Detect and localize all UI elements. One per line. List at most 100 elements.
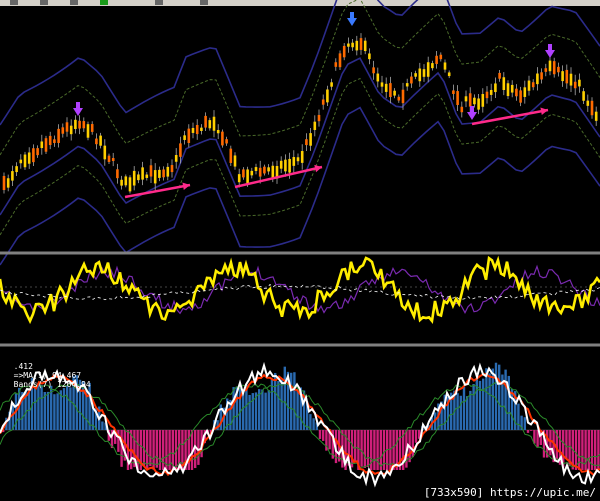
candle-body <box>515 88 518 97</box>
candle-body <box>326 89 329 103</box>
candle-body <box>187 128 191 143</box>
candle-body <box>590 100 594 116</box>
candle-body <box>132 170 136 186</box>
candle-body <box>582 91 585 101</box>
candle-body <box>258 167 262 177</box>
arrow-icon <box>70 0 78 5</box>
oscillator-lines <box>0 255 600 325</box>
candle-body <box>174 155 178 162</box>
candle-body <box>120 179 123 186</box>
candle-body <box>170 165 174 173</box>
candle-body <box>376 73 380 82</box>
histogram-bar-negative <box>587 430 590 470</box>
arrow-shaft <box>548 44 552 50</box>
candle-body <box>351 42 354 48</box>
candle-body <box>27 152 31 164</box>
candle-body <box>153 170 157 184</box>
candle-body <box>380 82 384 87</box>
candle-body <box>95 138 98 145</box>
candle-body <box>212 116 216 131</box>
candle-body <box>313 121 317 130</box>
candle-body <box>594 111 598 121</box>
candle-body <box>57 128 60 143</box>
histogram-bar-negative <box>363 430 366 468</box>
histogram-bar-positive <box>40 385 43 430</box>
candle-body <box>11 171 14 181</box>
histogram-bar-positive <box>251 393 254 430</box>
candle-body <box>422 69 426 77</box>
candle-body <box>309 133 312 146</box>
candle-body <box>338 53 342 68</box>
histogram-bar-negative <box>155 430 158 468</box>
watermark: [733x590] https://upic.me/ <box>423 486 596 499</box>
histogram-bar-negative <box>162 430 165 470</box>
histogram-bar-positive <box>245 384 248 430</box>
candle-body <box>355 40 359 51</box>
candle-body <box>573 81 577 89</box>
candle-body <box>124 176 128 186</box>
candle-body <box>464 96 468 102</box>
indicator-prefix: .412 <box>13 362 33 371</box>
histogram-bar-negative <box>149 430 152 467</box>
histogram-bar-positive <box>280 379 283 430</box>
candle-body <box>317 114 321 122</box>
ma-label: =>MA(1) 94.467 <box>13 371 82 380</box>
histogram-bar-negative <box>354 430 357 463</box>
histogram-bar-negative <box>578 430 581 470</box>
histogram-bar-positive <box>274 372 277 430</box>
histogram-bar-negative <box>581 430 584 470</box>
histogram-bar-positive <box>293 372 296 430</box>
indicator-readout: .412 =>MA(1) 94.467 Bands(7) 1264.94 <box>4 353 91 389</box>
candle-body <box>485 91 489 99</box>
candle-body <box>334 62 338 67</box>
candle-body <box>128 177 132 192</box>
candle-body <box>250 170 254 176</box>
histogram-bar-positive <box>494 362 498 430</box>
candle-body <box>263 166 266 174</box>
arrow-icon <box>10 0 18 5</box>
histogram-bar-negative <box>594 430 597 470</box>
histogram-bar-positive <box>248 394 251 430</box>
histogram-bar-positive <box>482 378 485 430</box>
bollinger-upper <box>0 0 600 126</box>
candle-body <box>569 73 573 86</box>
candle-body <box>15 166 18 173</box>
candle-body <box>111 158 115 162</box>
candle-body <box>166 166 170 177</box>
candle-body <box>321 99 325 105</box>
candle-body <box>2 175 6 191</box>
histogram-bar-negative <box>526 430 530 433</box>
candle-body <box>86 124 90 138</box>
candle-body <box>401 89 405 104</box>
candle-body <box>443 62 447 70</box>
candle-body <box>561 71 564 82</box>
candle-body <box>447 72 451 77</box>
histogram-bar-negative <box>411 430 414 458</box>
histogram-bar-negative <box>373 430 376 470</box>
candle-body <box>237 174 241 183</box>
candle-body <box>468 93 472 107</box>
inner-band-lower <box>0 77 600 236</box>
divergence-arrows <box>124 107 549 199</box>
candle-body <box>288 158 291 173</box>
candle-body <box>506 83 510 97</box>
arrow-icon <box>155 0 163 5</box>
arrow-shaft <box>350 12 354 18</box>
candle-body <box>439 54 443 60</box>
candle-body <box>368 53 371 60</box>
candle-body <box>82 121 86 129</box>
candle-body <box>372 67 375 74</box>
candle-body <box>242 169 245 178</box>
candle-body <box>557 66 560 73</box>
candle-body <box>103 145 107 160</box>
candle-body <box>489 89 493 95</box>
histogram-bar-negative <box>597 430 600 470</box>
histogram-bar-positive <box>290 372 293 430</box>
candle-body <box>36 148 39 156</box>
down-arrow-icon <box>73 108 83 116</box>
histogram-bar-positive <box>34 388 37 430</box>
candle-body <box>183 135 186 140</box>
candle-body <box>393 90 396 96</box>
candle-body <box>279 160 283 169</box>
candle-body <box>523 87 527 97</box>
